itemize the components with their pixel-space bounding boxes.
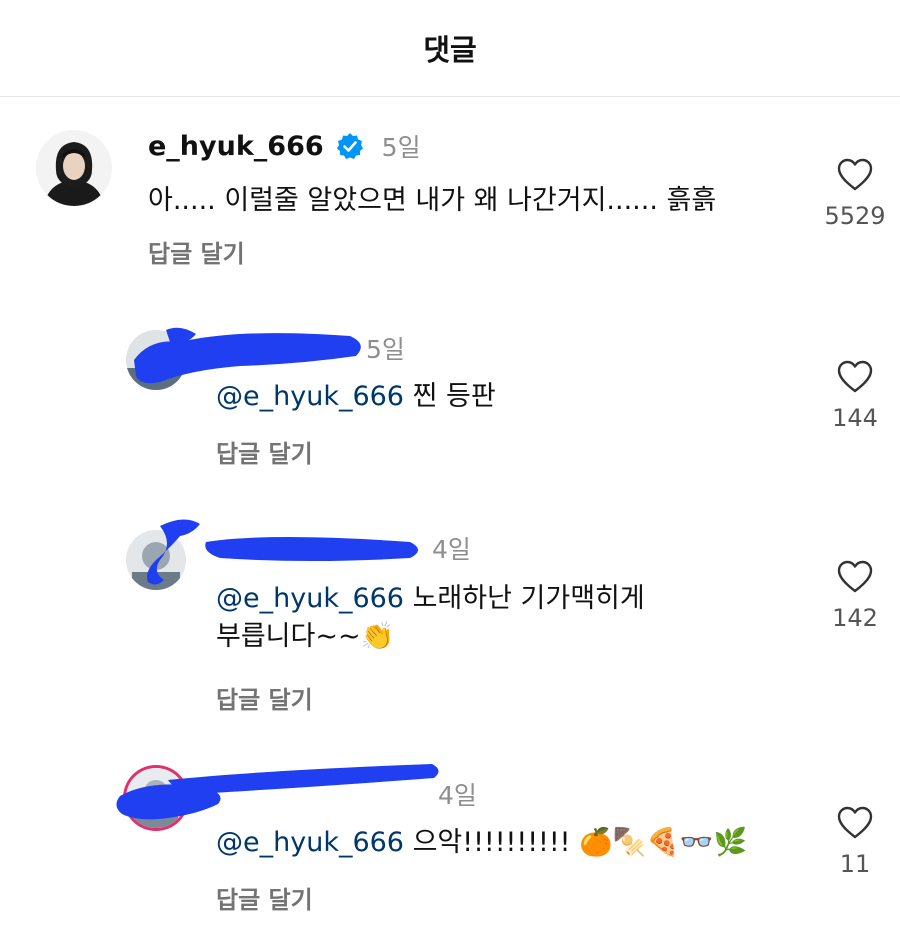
page-title: 댓글 <box>423 33 477 67</box>
comment-text: @e_hyuk_666 으악!!!!!!!!!! 🍊🍢🍕👓🌿 <box>216 824 747 862</box>
avatar[interactable] <box>126 768 186 828</box>
comment-body-line2: 부릅니다~~👏 <box>216 621 395 652</box>
like-count: 142 <box>832 604 878 632</box>
reply-button[interactable]: 답글 달기 <box>216 880 313 915</box>
like-control: 5529 <box>810 158 900 230</box>
mention-link[interactable]: @e_hyuk_666 <box>216 381 404 412</box>
like-count: 144 <box>832 404 878 432</box>
reply-button[interactable]: 답글 달기 <box>148 234 245 269</box>
comment-text: @e_hyuk_666 찐 등판 <box>216 378 496 416</box>
comment-item: e_hyuk_666 5일 아..... 이럴줄 알았으면 내가 왜 나간거지.… <box>0 110 900 280</box>
heart-outline-icon[interactable] <box>837 560 873 594</box>
mention-link[interactable]: @e_hyuk_666 <box>216 827 404 858</box>
like-control: 144 <box>810 360 900 432</box>
like-count: 11 <box>839 850 871 878</box>
reply-item: 4일 @e_hyuk_666 으악!!!!!!!!!! 🍊🍢🍕👓🌿 답글 달기 … <box>0 756 900 926</box>
comment-body: 으악!!!!!!!!!! 🍊🍢🍕👓🌿 <box>404 827 748 858</box>
avatar[interactable] <box>36 130 112 206</box>
like-control: 142 <box>810 560 900 632</box>
reply-item: 4일 @e_hyuk_666 노래하난 기가맥히게부릅니다~~👏 답글 달기 1… <box>0 512 900 722</box>
timestamp: 4일 <box>438 781 477 810</box>
reply-button[interactable]: 답글 달기 <box>216 680 313 715</box>
comment-body: 노래하난 기가맥히게 <box>404 583 645 614</box>
comments-header: 댓글 <box>0 0 900 97</box>
username[interactable]: e_hyuk_666 <box>148 131 324 162</box>
like-control: 11 <box>810 806 900 878</box>
reply-item: 5일 @e_hyuk_666 찐 등판 답글 달기 144 <box>0 320 900 490</box>
avatar[interactable] <box>126 530 186 590</box>
heart-outline-icon[interactable] <box>837 158 873 192</box>
timestamp: 5일 <box>381 133 421 162</box>
timestamp: 5일 <box>366 335 405 364</box>
mention-link[interactable]: @e_hyuk_666 <box>216 583 404 614</box>
reply-button[interactable]: 답글 달기 <box>216 434 313 469</box>
comment-header: e_hyuk_666 5일 <box>148 128 421 164</box>
comment-text: @e_hyuk_666 노래하난 기가맥히게부릅니다~~👏 <box>216 580 645 656</box>
verified-badge-icon <box>336 133 363 159</box>
comment-text: 아..... 이럴줄 알았으면 내가 왜 나간거지...... 흙흙 <box>148 185 717 216</box>
heart-outline-icon[interactable] <box>837 360 873 394</box>
heart-outline-icon[interactable] <box>837 806 873 840</box>
like-count: 5529 <box>824 202 886 230</box>
timestamp: 4일 <box>432 535 471 564</box>
comment-body: 찐 등판 <box>404 381 496 412</box>
avatar[interactable] <box>126 330 186 390</box>
